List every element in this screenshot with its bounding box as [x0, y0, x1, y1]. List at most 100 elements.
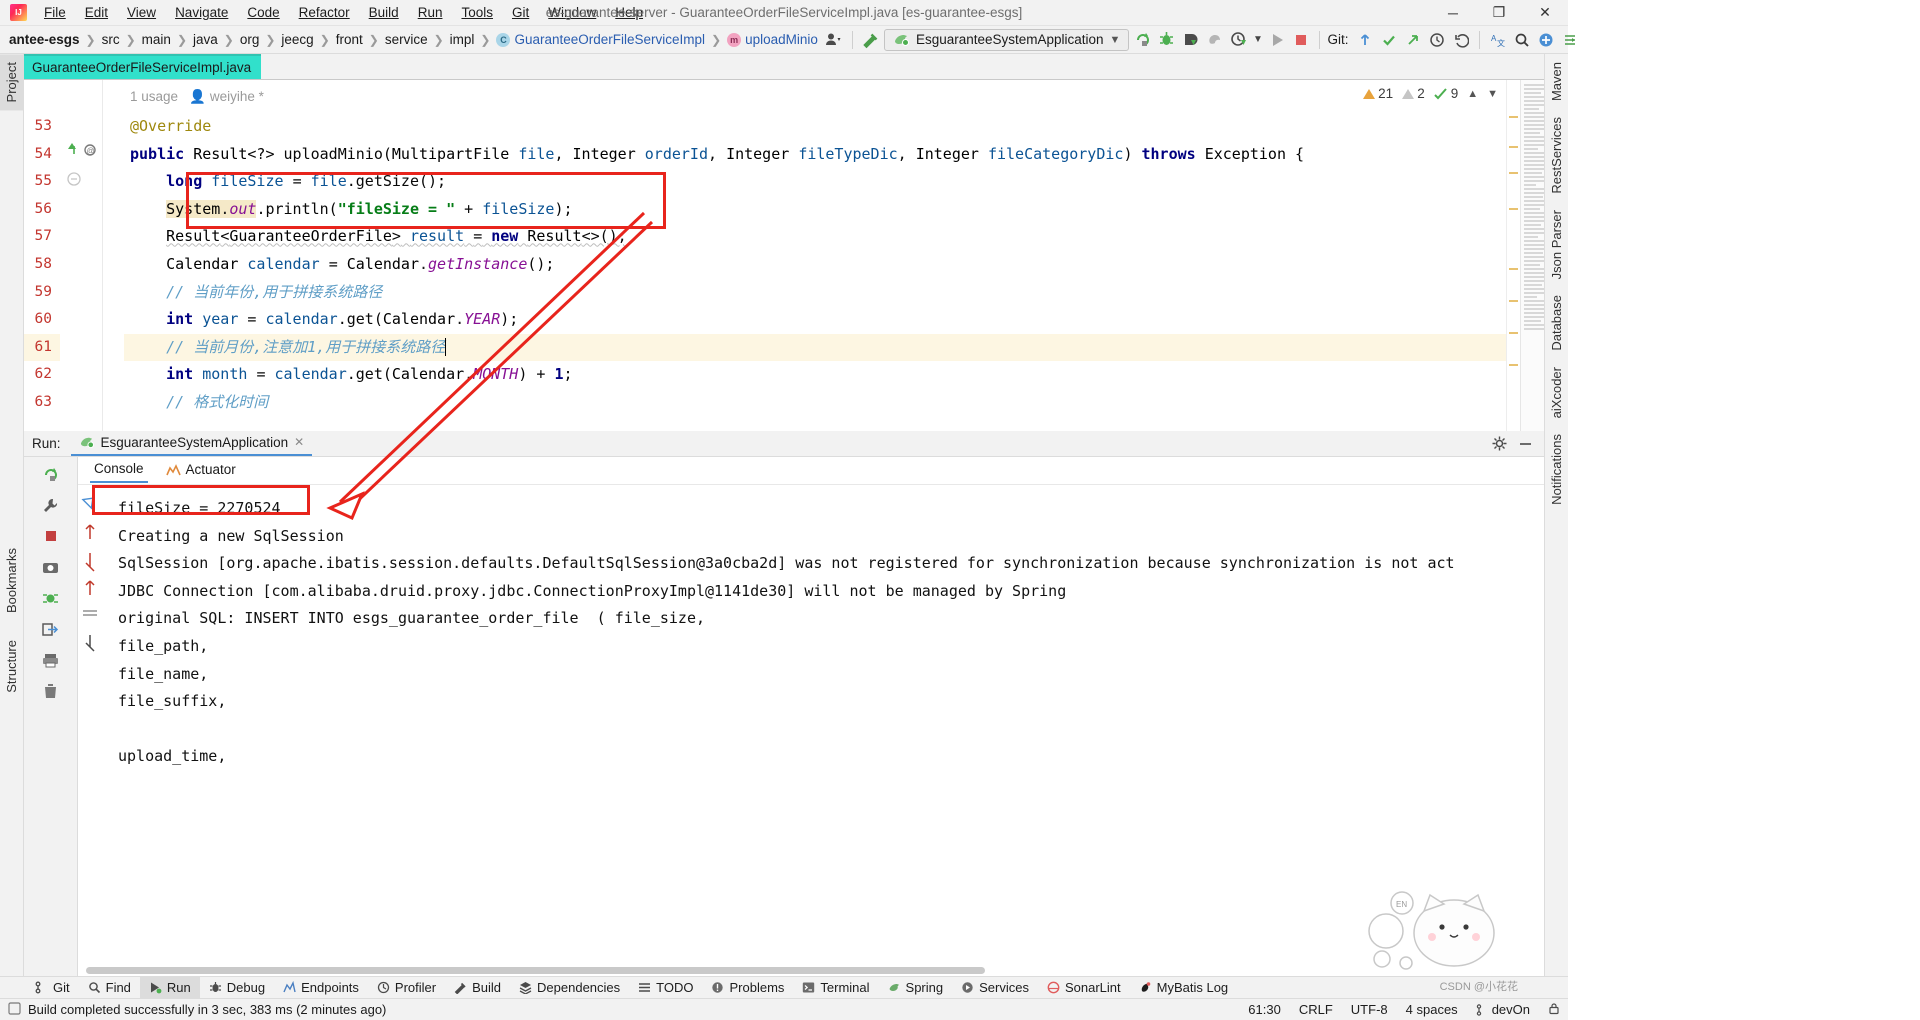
checks-chip[interactable]: 9 [1433, 86, 1458, 101]
search-icon[interactable] [1511, 29, 1533, 51]
git-commit-icon[interactable] [1378, 29, 1400, 51]
sidebar-item-structure[interactable]: Structure [0, 632, 23, 701]
camera-icon[interactable] [40, 556, 62, 578]
hide-icon[interactable] [1514, 433, 1536, 455]
profiler-icon[interactable] [1203, 29, 1225, 51]
bottom-item-debug[interactable]: Debug [200, 977, 274, 999]
menu-run[interactable]: Run [409, 2, 452, 23]
menu-tools[interactable]: Tools [452, 2, 502, 23]
exit-icon[interactable] [40, 618, 62, 640]
bottom-item-mybatis-log[interactable]: MyBatis Log [1130, 977, 1238, 999]
breadcrumb-item-main[interactable]: main [137, 31, 176, 48]
rerun-icon[interactable] [1131, 29, 1153, 51]
menu-help[interactable]: Help [606, 2, 652, 23]
bottom-item-find[interactable]: Find [79, 977, 140, 999]
usage-count[interactable]: 1 usage [130, 89, 178, 104]
history-icon[interactable] [1227, 29, 1249, 51]
stop-icon[interactable] [1290, 29, 1312, 51]
author-name[interactable]: weiyihe * [210, 89, 264, 104]
sidebar-item-notifications[interactable]: Notifications [1545, 426, 1568, 513]
menu-code[interactable]: Code [238, 2, 288, 23]
breadcrumb-item-front[interactable]: front [331, 31, 368, 48]
breadcrumb-item-jeecg[interactable]: jeecg [276, 31, 318, 48]
rerun-icon[interactable] [40, 463, 62, 485]
print-icon[interactable] [40, 649, 62, 671]
thread-dump-icon[interactable] [40, 587, 62, 609]
git-branch-indicator[interactable]: devOn [1476, 1002, 1530, 1017]
gear-icon[interactable] [1488, 433, 1510, 455]
menu-file[interactable]: File [35, 2, 75, 23]
menu-view[interactable]: View [118, 2, 165, 23]
menu-edit[interactable]: Edit [76, 2, 117, 23]
bottom-item-run[interactable]: Run [139, 976, 200, 999]
menu-navigate[interactable]: Navigate [166, 2, 237, 23]
console-output[interactable]: fileSize = 2270524 Creating a new SqlSes… [78, 485, 1544, 976]
debug-icon[interactable] [1155, 29, 1177, 51]
git-push-icon[interactable] [1402, 29, 1424, 51]
run-icon[interactable] [1266, 29, 1288, 51]
git-history-icon[interactable] [1426, 29, 1448, 51]
menu-git[interactable]: Git [503, 2, 538, 23]
code-content[interactable]: 1 usage 👤 weiyihe * @Override public Res… [124, 80, 1568, 456]
run-tab-application[interactable]: EsguaranteeSystemApplication ✕ [70, 432, 313, 456]
git-update-icon[interactable] [1354, 29, 1376, 51]
user-avatar-icon[interactable] [823, 29, 845, 51]
bottom-item-todo[interactable]: TODO [629, 977, 702, 999]
lock-icon[interactable] [1548, 1002, 1560, 1018]
sidebar-item-bookmarks[interactable]: Bookmarks [0, 540, 23, 621]
maximize-button[interactable]: ❐ [1476, 0, 1522, 26]
close-icon[interactable]: ✕ [294, 435, 304, 449]
breadcrumb-item-module[interactable]: antee-esgs [4, 31, 85, 48]
bottom-item-problems[interactable]: Problems [702, 977, 793, 999]
sidebar-item-restservices[interactable]: RestServices [1545, 109, 1568, 202]
breadcrumb-item-service[interactable]: service [380, 31, 433, 48]
line-separator[interactable]: CRLF [1299, 1002, 1333, 1017]
caret-position[interactable]: 61:30 [1248, 1002, 1281, 1017]
breadcrumb-item-src[interactable]: src [97, 31, 125, 48]
code-editor[interactable]: 53 54 55 56 57 58 59 60 61 62 63 @ 1 usa… [0, 80, 1568, 457]
tab-console[interactable]: Console [90, 458, 148, 483]
tab-actuator[interactable]: Actuator [162, 459, 240, 482]
sidebar-item-jsonparser[interactable]: Json Parser [1545, 202, 1568, 287]
menu-window[interactable]: Window [539, 2, 605, 23]
translate-icon[interactable]: A文 [1487, 29, 1509, 51]
inspection-widget[interactable]: 21 2 9 ▲ ▼ [1363, 86, 1498, 101]
console-horizontal-scrollbar[interactable] [86, 967, 1536, 974]
indent-setting[interactable]: 4 spaces [1406, 1002, 1458, 1017]
gutter-markers[interactable]: @ [60, 80, 102, 456]
bottom-item-spring[interactable]: Spring [879, 977, 953, 999]
chevron-down-icon[interactable]: ▼ [1487, 88, 1498, 100]
file-encoding[interactable]: UTF-8 [1351, 1002, 1388, 1017]
menu-build[interactable]: Build [360, 2, 408, 23]
error-stripe[interactable] [1506, 80, 1520, 456]
bottom-item-services[interactable]: Services [952, 977, 1038, 999]
coverage-icon[interactable] [1179, 29, 1201, 51]
chevron-up-icon[interactable]: ▲ [1467, 88, 1478, 100]
breadcrumb-item-java[interactable]: java [188, 31, 223, 48]
minimize-button[interactable]: ─ [1430, 0, 1476, 26]
bottom-item-endpoints[interactable]: Endpoints [274, 977, 368, 999]
console-gutter[interactable] [78, 485, 106, 976]
breadcrumb-item-org[interactable]: org [235, 31, 265, 48]
account-icon[interactable] [1535, 29, 1557, 51]
code-vision-hint[interactable]: 1 usage 👤 weiyihe * [130, 80, 264, 113]
breadcrumb-item-method[interactable]: m uploadMinio [722, 31, 823, 48]
menu-refactor[interactable]: Refactor [290, 2, 359, 23]
close-button[interactable]: ✕ [1522, 0, 1568, 26]
breadcrumb-item-impl[interactable]: impl [445, 31, 480, 48]
trash-icon[interactable] [40, 680, 62, 702]
weak-warnings-chip[interactable]: 2 [1402, 86, 1425, 101]
wrench-icon[interactable] [40, 494, 62, 516]
chevron-down-icon[interactable]: ▼ [1251, 29, 1264, 51]
undo-icon[interactable] [1450, 29, 1472, 51]
sidebar-item-database[interactable]: Database [1545, 287, 1568, 359]
run-configuration-selector[interactable]: EsguaranteeSystemApplication ▼ [883, 28, 1130, 51]
settings-icon[interactable] [1559, 29, 1581, 51]
editor-tab-active[interactable]: C GuaranteeOrderFileServiceImpl.java [0, 54, 262, 79]
bottom-item-sonarlint[interactable]: SonarLint [1038, 977, 1130, 999]
bottom-item-terminal[interactable]: Terminal [793, 977, 878, 999]
sidebar-item-aixcoder[interactable]: aiXcoder [1545, 359, 1568, 426]
hammer-icon[interactable] [860, 29, 882, 51]
sidebar-item-project[interactable]: Project [0, 54, 23, 111]
bottom-item-build[interactable]: Build [445, 977, 510, 999]
